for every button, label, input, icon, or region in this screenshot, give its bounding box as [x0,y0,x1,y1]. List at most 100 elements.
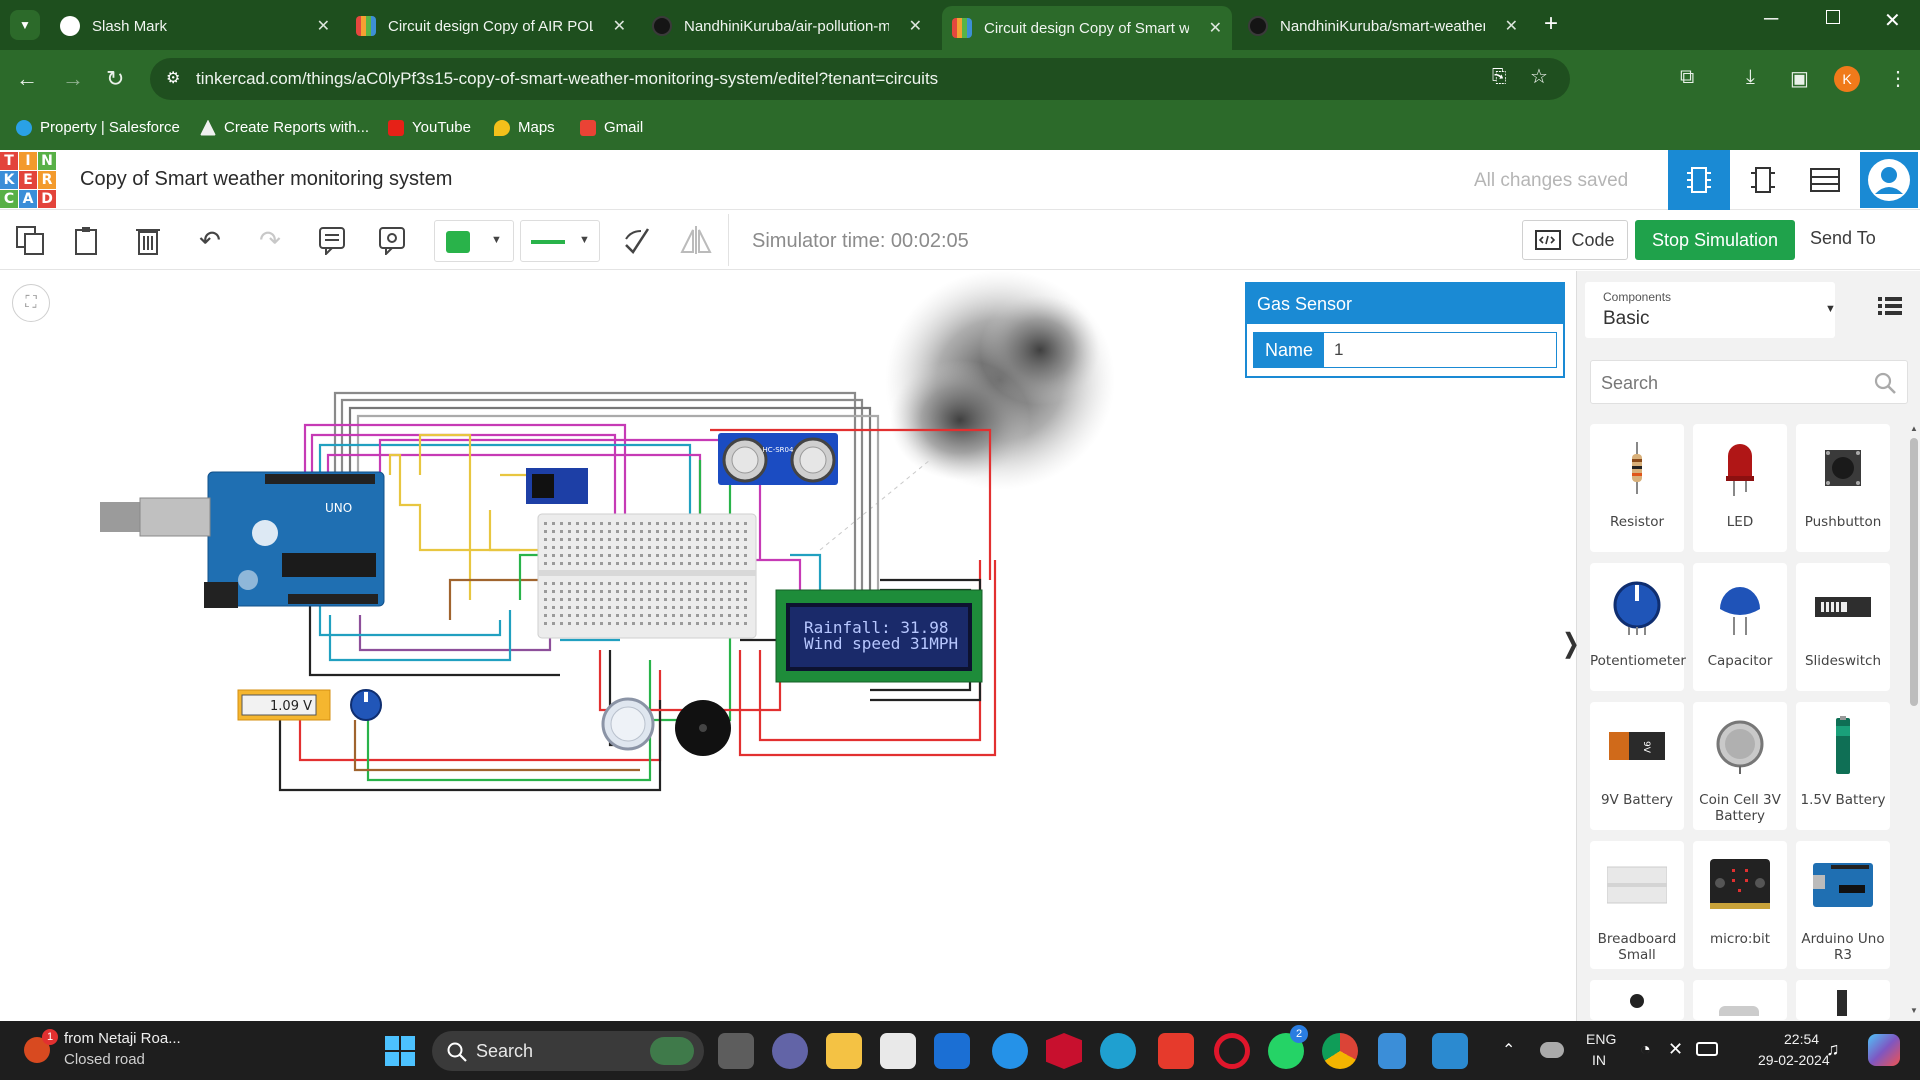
breadboard-hole[interactable] [592,538,595,541]
breadboard-hole[interactable] [688,582,691,585]
breadboard-hole[interactable] [744,538,747,541]
breadboard-hole[interactable] [688,590,691,593]
omnibox[interactable]: ⚙ tinkercad.com/things/aC0lyPf3s15-copy-… [150,58,1570,100]
breadboard-hole[interactable] [664,554,667,557]
component-card-partial[interactable] [1693,980,1787,1020]
breadboard-hole[interactable] [616,522,619,525]
breadboard-hole[interactable] [608,598,611,601]
forward-icon[interactable]: → [62,66,84,92]
breadboard-hole[interactable] [736,522,739,525]
close-window-icon[interactable]: ✕ [1884,8,1901,33]
breadboard-hole[interactable] [744,614,747,617]
breadboard-hole[interactable] [648,538,651,541]
delete-button[interactable] [130,222,166,258]
breadboard-hole[interactable] [704,546,707,549]
breadboard-hole[interactable] [632,606,635,609]
breadboard-hole[interactable] [704,554,707,557]
breadboard-hole[interactable] [600,546,603,549]
volume-muted-icon[interactable]: ✕ [1668,1039,1683,1060]
breadboard-hole[interactable] [576,606,579,609]
close-tab-icon[interactable]: ✕ [909,16,922,36]
breadboard-hole[interactable] [664,606,667,609]
breadboard-hole[interactable] [616,622,619,625]
breadboard-hole[interactable] [640,598,643,601]
breadboard-hole[interactable] [608,582,611,585]
breadboard-hole[interactable] [552,582,555,585]
breadboard-hole[interactable] [696,554,699,557]
breadboard-hole[interactable] [744,582,747,585]
browser-tab[interactable]: NandhiniKuruba/air-pollution-m ✕ [642,8,932,44]
breadboard-hole[interactable] [624,522,627,525]
lcd-display[interactable]: Rainfall: 31.98 Wind speed 31MPH [775,589,983,683]
breadboard-hole[interactable] [632,622,635,625]
undo-button[interactable]: ↶ [192,222,228,258]
breadboard-hole[interactable] [568,554,571,557]
breadboard-hole[interactable] [736,582,739,585]
breadboard-hole[interactable] [648,582,651,585]
breadboard-hole[interactable] [560,530,563,533]
breadboard-hole[interactable] [688,554,691,557]
breadboard-hole[interactable] [632,562,635,565]
component-card-capacitor[interactable]: Capacitor [1693,563,1787,691]
breadboard-hole[interactable] [736,622,739,625]
breadboard-hole[interactable] [560,622,563,625]
breadboard-hole[interactable] [624,562,627,565]
breadboard-hole[interactable] [712,606,715,609]
breadboard-hole[interactable] [656,562,659,565]
breadboard-hole[interactable] [728,538,731,541]
bookmark-gmail[interactable]: Gmail [580,119,643,136]
breadboard-hole[interactable] [656,582,659,585]
tab-search-button[interactable]: ▼ [10,10,40,40]
breadboard-hole[interactable] [704,530,707,533]
breadboard-hole[interactable] [592,590,595,593]
myhp-icon[interactable] [934,1033,970,1069]
breadboard-hole[interactable] [656,538,659,541]
component-card-pushbutton[interactable]: Pushbutton [1796,424,1890,552]
breadboard-hole[interactable] [712,530,715,533]
breadboard-hole[interactable] [664,530,667,533]
breadboard-hole[interactable] [736,530,739,533]
project-title[interactable]: Copy of Smart weather monitoring system [80,168,452,191]
breadboard-hole[interactable] [728,606,731,609]
gas-sensor[interactable] [601,697,655,751]
breadboard-hole[interactable] [560,562,563,565]
breadboard-hole[interactable] [744,606,747,609]
component-card-partial[interactable] [1590,980,1684,1020]
component-inspector[interactable]: Gas Sensor Name 1 [1245,282,1565,378]
scroll-down-icon[interactable]: ▼ [1910,1006,1918,1015]
minimize-icon[interactable]: ─ [1764,8,1778,31]
breadboard-hole[interactable] [624,598,627,601]
breadboard-hole[interactable] [592,614,595,617]
breadboard-hole[interactable] [664,562,667,565]
breadboard-hole[interactable] [704,622,707,625]
breadboard-hole[interactable] [560,554,563,557]
breadboard-hole[interactable] [576,598,579,601]
breadboard-hole[interactable] [576,562,579,565]
breadboard-hole[interactable] [640,622,643,625]
breadboard-hole[interactable] [552,590,555,593]
breadboard-hole[interactable] [624,546,627,549]
breadboard-hole[interactable] [736,554,739,557]
breadboard-hole[interactable] [720,598,723,601]
copilot-icon[interactable] [1868,1034,1900,1066]
name-field-input[interactable]: 1 [1334,340,1343,360]
breadboard-hole[interactable] [672,522,675,525]
breadboard-hole[interactable] [712,546,715,549]
list-toggle-icon[interactable] [1878,296,1902,316]
breadboard-hole[interactable] [672,554,675,557]
copy-button[interactable] [12,222,48,258]
bookmark-create-reports[interactable]: Create Reports with... [200,119,369,136]
breadboard-hole[interactable] [712,522,715,525]
breadboard-hole[interactable] [664,546,667,549]
restore-icon[interactable] [1826,10,1840,24]
breadboard-hole[interactable] [560,590,563,593]
breadboard-hole[interactable] [720,582,723,585]
breadboard-hole[interactable] [736,598,739,601]
breadboard-hole[interactable] [664,538,667,541]
breadboard-hole[interactable] [680,606,683,609]
breadboard-hole[interactable] [720,562,723,565]
breadboard-hole[interactable] [736,538,739,541]
breadboard-hole[interactable] [568,614,571,617]
downloads-icon[interactable]: ⤓ [1746,66,1755,89]
breadboard-hole[interactable] [552,562,555,565]
